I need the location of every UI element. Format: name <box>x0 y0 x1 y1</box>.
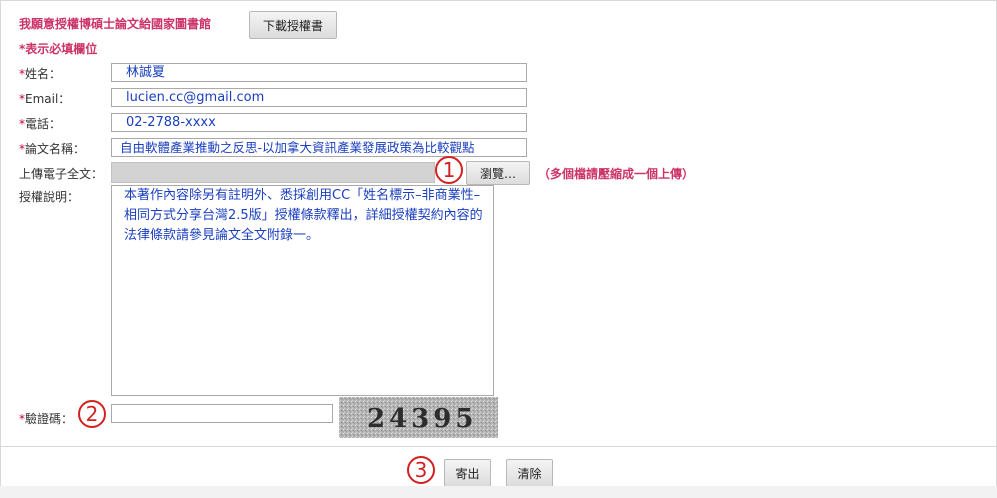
submit-button[interactable]: 寄出 <box>444 459 491 487</box>
footer-divider <box>0 446 997 447</box>
name-field[interactable]: 林誠夏 <box>111 63 527 82</box>
name-label-text: 姓名： <box>25 67 62 81</box>
annotation-marker-2: 2 <box>78 400 106 428</box>
bottom-strip <box>0 486 997 498</box>
required-note: *表示必填欄位 <box>19 42 98 56</box>
captcha-input[interactable] <box>111 404 333 423</box>
license-textarea[interactable]: 本著作內容除另有註明外、悉採創用CC「姓名標示–非商業性–相同方式分享台灣2.5… <box>111 185 494 396</box>
captcha-image: 24395 <box>339 397 498 438</box>
thesis-title-field[interactable]: 自由軟體產業推動之反思-以加拿大資訊產業發展政策為比較觀點 <box>111 138 527 157</box>
upload-file-path-field[interactable] <box>111 162 435 183</box>
thesis-title-label: *論文名稱： <box>19 140 85 157</box>
phone-field[interactable]: 02-2788-xxxx <box>111 113 527 132</box>
phone-label: *電話： <box>19 115 61 132</box>
captcha-label-text: 驗證碼： <box>25 412 74 426</box>
annotation-marker-1: 1 <box>435 156 463 184</box>
page-title: 我願意授權博碩士論文給國家圖書館 <box>19 17 212 31</box>
thesis-title-label-text: 論文名稱： <box>25 142 86 156</box>
license-label: 授權說明： <box>19 190 80 204</box>
email-label: *Email： <box>19 90 70 107</box>
captcha-noise: 24395 <box>339 397 498 438</box>
phone-label-text: 電話： <box>25 117 62 131</box>
upload-label: 上傳電子全文： <box>19 167 104 181</box>
name-label: *姓名： <box>19 65 61 82</box>
captcha-code: 24395 <box>367 404 477 434</box>
clear-button[interactable]: 清除 <box>506 459 553 487</box>
email-field[interactable]: lucien.cc@gmail.com <box>111 88 527 107</box>
email-label-text: Email： <box>25 92 71 106</box>
download-authorization-button[interactable]: 下載授權書 <box>249 11 337 39</box>
captcha-label: *驗證碼： <box>19 410 73 427</box>
upload-note: （多個檔請壓縮成一個上傳） <box>538 167 695 181</box>
annotation-marker-3: 3 <box>407 456 435 484</box>
browse-button[interactable]: 瀏覽… <box>466 161 530 185</box>
